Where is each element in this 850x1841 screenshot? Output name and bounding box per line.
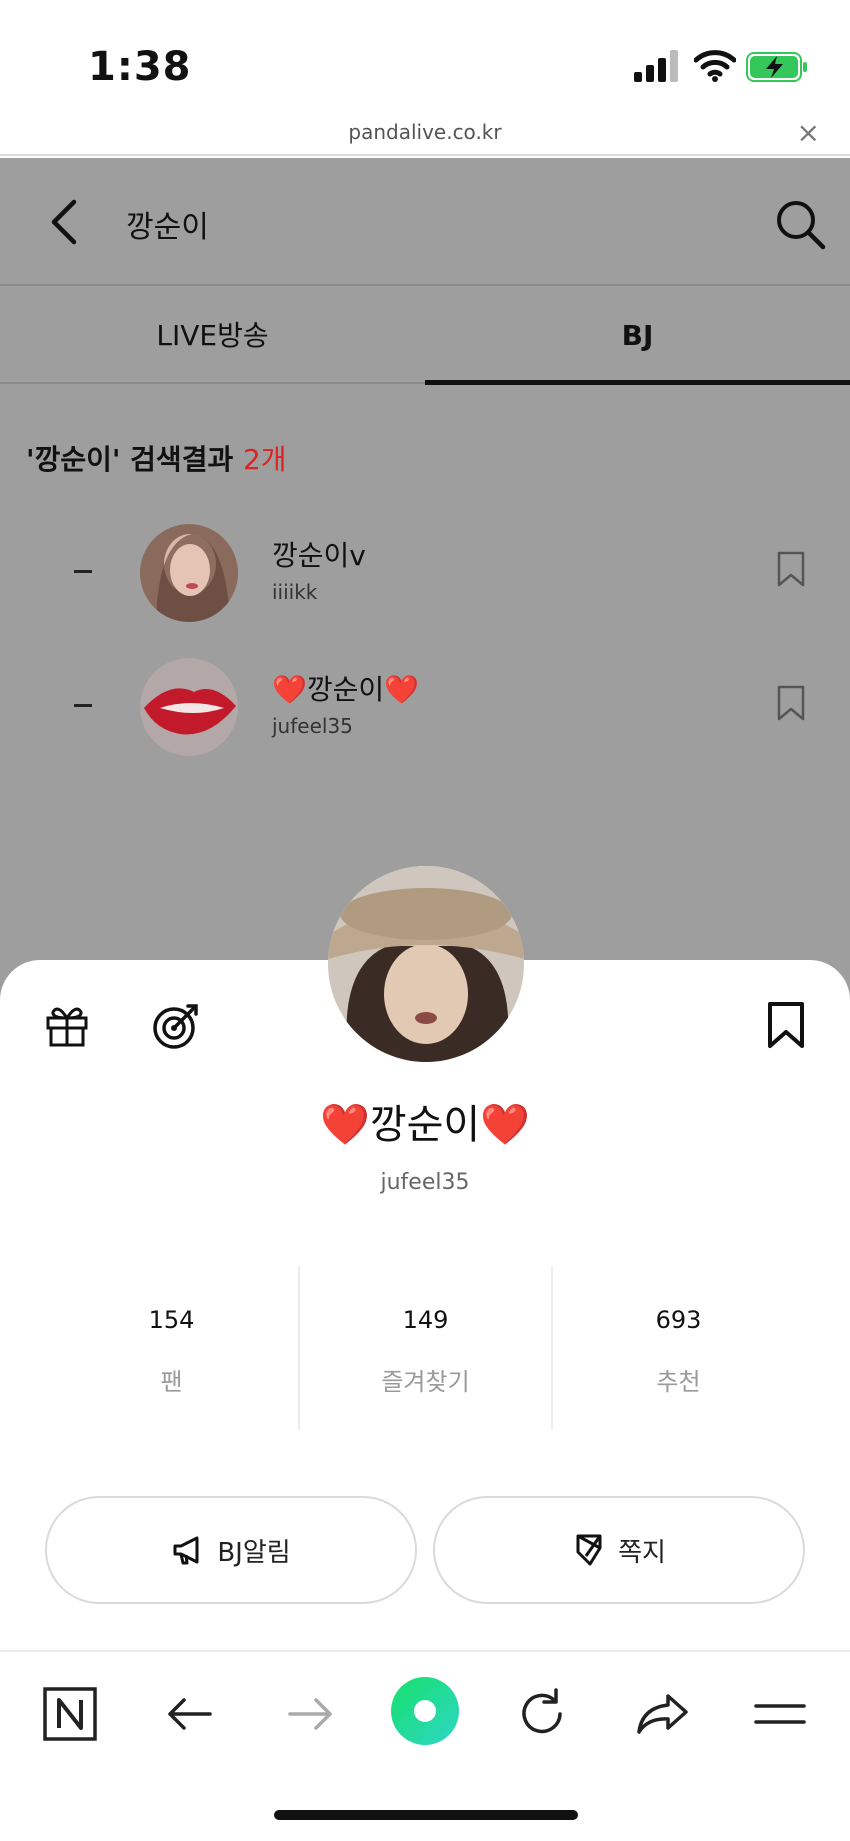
search-query-title: 깡순이 [126,210,209,245]
share-icon[interactable] [634,1686,690,1742]
tab-live[interactable]: LIVE방송 [0,288,425,384]
refresh-icon[interactable] [514,1686,570,1742]
bj-nickname[interactable]: 깡순이v [272,534,366,574]
chevron-left-icon[interactable] [44,198,84,246]
tab-bj[interactable]: BJ [425,288,850,384]
url-text[interactable]: pandalive.co.kr [0,120,850,144]
search-result-prefix: '깡순이' 검색결과 [26,443,243,476]
stat-value: 149 [402,1306,449,1334]
browser-toolbar [0,1650,850,1841]
naver-icon[interactable] [42,1686,98,1742]
profile-id: jufeel35 [380,1170,470,1195]
stat-value: 154 [148,1306,195,1334]
bj-id: iiiikk [272,580,318,604]
bookmark-icon[interactable] [766,1000,806,1050]
list-item[interactable]: 깡순이v iiiikk [0,520,850,630]
url-bar[interactable]: pandalive.co.kr × [0,112,850,156]
active-tab-indicator [425,380,850,385]
stat-fans: 154 팬 [45,1266,298,1430]
bj-notify-label: BJ알림 [217,1537,291,1568]
search-result-heading: '깡순이' 검색결과 2개 [26,438,287,478]
stat-label: 추천 [656,1368,701,1396]
arrow-right-icon[interactable] [282,1686,338,1742]
bj-notify-button[interactable]: BJ알림 [45,1496,417,1604]
status-bar: 1:38 [0,0,850,112]
home-indicator [274,1810,578,1820]
megaphone-icon [173,1536,199,1565]
bj-nickname[interactable]: ❤️깡순이❤️ [272,668,419,708]
dash-marker [74,570,92,573]
bookmark-icon[interactable] [776,684,806,722]
profile-sheet: ❤️깡순이❤️ jufeel35 154 팬 149 즐겨찾기 693 추천 B… [0,960,850,1650]
stat-value: 693 [655,1306,702,1334]
wifi-icon [694,50,736,82]
avatar[interactable] [140,658,238,756]
message-label: 쪽지 [618,1537,666,1568]
avatar[interactable] [140,524,238,622]
stat-label: 팬 [160,1368,183,1396]
battery-charging-icon [746,52,807,82]
menu-icon[interactable] [752,1686,808,1742]
message-icon [576,1534,602,1566]
search-icon[interactable] [774,198,826,250]
gift-icon[interactable] [44,1002,90,1048]
target-icon[interactable] [152,1002,200,1050]
stat-label: 즐겨찾기 [381,1368,470,1396]
page-header: 깡순이 [0,158,850,286]
bj-id: jufeel35 [272,714,353,738]
signal-icon [634,50,678,82]
close-icon[interactable]: × [797,116,820,149]
stat-favorites: 149 즐겨찾기 [298,1266,551,1430]
green-home-icon[interactable] [390,1676,460,1746]
profile-stats: 154 팬 149 즐겨찾기 693 추천 [45,1266,805,1430]
profile-avatar [328,866,524,1062]
arrow-left-icon[interactable] [162,1686,218,1742]
stat-recommend: 693 추천 [551,1266,804,1430]
dash-marker [74,704,92,707]
search-result-count: 2개 [242,443,287,476]
tab-bar: LIVE방송 BJ [0,288,850,384]
bookmark-icon[interactable] [776,550,806,588]
message-button[interactable]: 쪽지 [433,1496,805,1604]
status-time: 1:38 [88,44,192,90]
list-item[interactable]: ❤️깡순이❤️ jufeel35 [0,654,850,764]
profile-nickname: ❤️깡순이❤️ [319,1102,530,1148]
